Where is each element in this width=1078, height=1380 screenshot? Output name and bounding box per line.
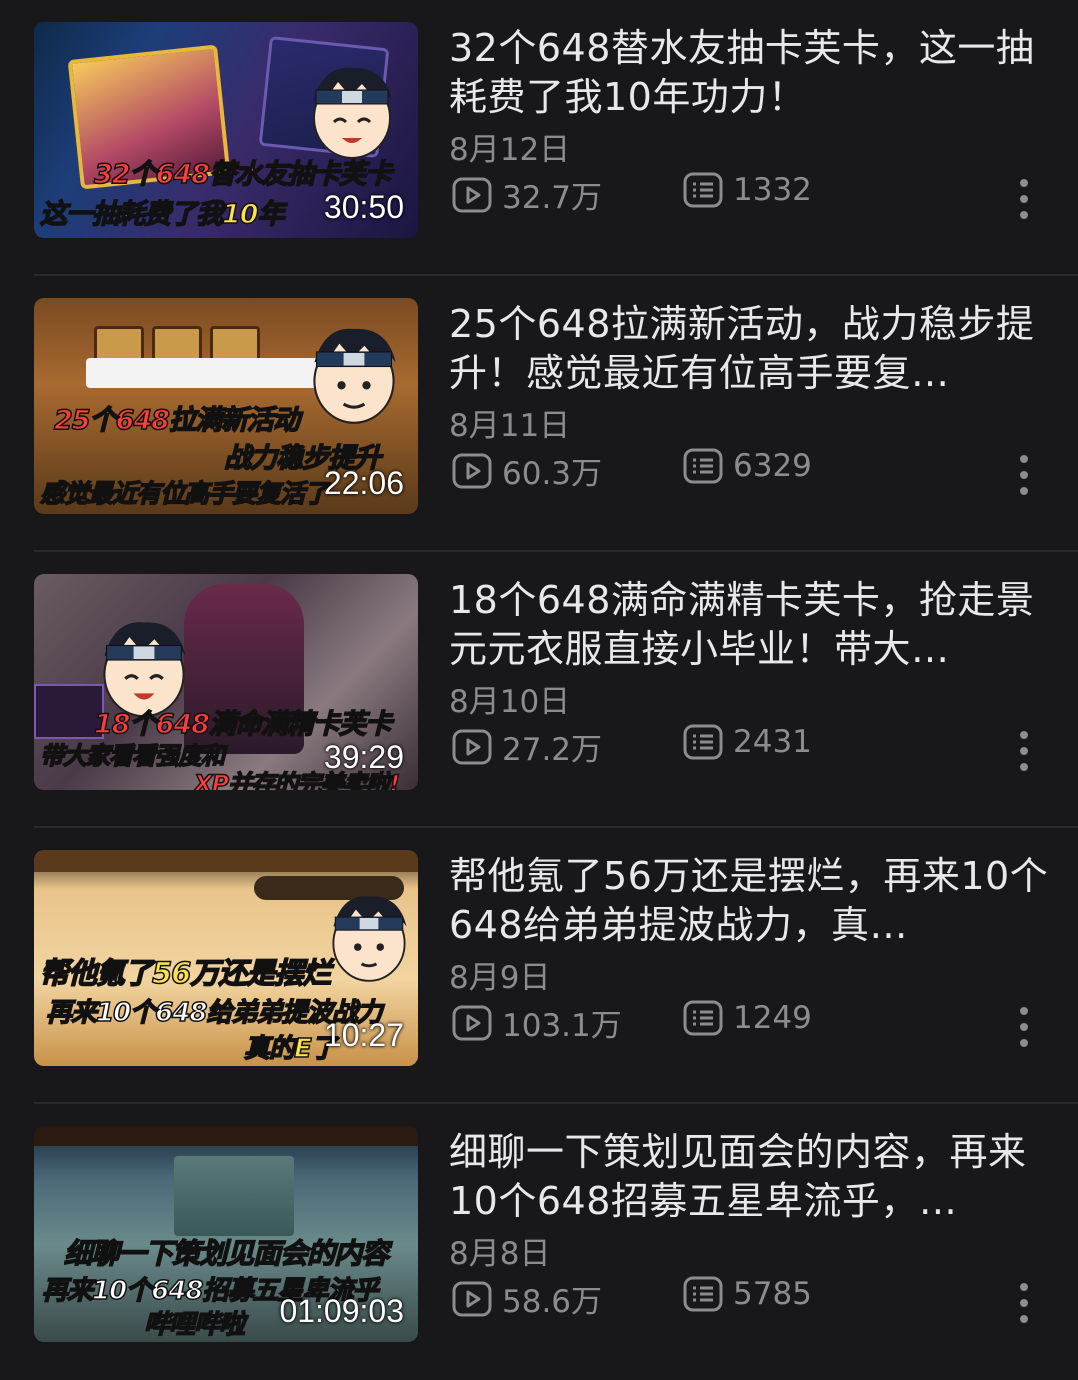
video-item[interactable]: 32个648替水友抽卡芙卡 这一抽耗费了我10年 30:50 32个648替水友… <box>0 0 1078 276</box>
more-options-icon[interactable] <box>1014 455 1034 495</box>
video-duration: 39:29 <box>323 739 404 775</box>
video-duration: 22:06 <box>323 465 404 501</box>
comment-count-value: 1249 <box>733 1000 812 1036</box>
comment-count-icon <box>683 724 723 760</box>
comment-count: 2431 <box>683 724 812 760</box>
view-count-value: 32.7万 <box>502 180 603 216</box>
comment-count-icon <box>683 1000 723 1036</box>
video-date: 8月10日 <box>449 684 571 720</box>
view-count-value: 58.6万 <box>502 1284 603 1320</box>
view-count: 58.6万 <box>452 1276 602 1321</box>
thumbnail-caption: 哔哩哔啦 <box>143 1309 246 1341</box>
comment-count: 1249 <box>683 1000 812 1036</box>
search-bar <box>86 358 326 388</box>
video-item[interactable]: 细聊一下策划见面会的内容 再来10个648招募五星卑流乎 哔哩哔啦 01:09:… <box>0 1104 1078 1380</box>
video-item[interactable]: 帮他氪了56万还是摆烂 再来10个648给弟弟提波战力 真的E了 10:27 帮… <box>0 828 1078 1104</box>
play-count-icon <box>452 453 492 488</box>
more-options-icon[interactable] <box>1014 1283 1034 1323</box>
thumbnail-caption: 25个648拉满新活动 <box>53 404 300 437</box>
play-count-icon <box>452 1005 492 1040</box>
more-options-icon[interactable] <box>1014 1007 1034 1047</box>
comment-count-value: 1332 <box>733 172 812 208</box>
comment-count-value: 5785 <box>733 1276 812 1312</box>
tab-strip <box>34 850 418 872</box>
cartoon-avatar-icon <box>313 328 396 424</box>
thumbnail-caption: 32个648替水友抽卡芙卡 <box>93 158 392 191</box>
play-count-icon <box>452 729 492 764</box>
video-thumbnail[interactable]: 帮他氪了56万还是摆烂 再来10个648给弟弟提波战力 真的E了 10:27 <box>34 850 418 1066</box>
video-thumbnail[interactable]: 32个648替水友抽卡芙卡 这一抽耗费了我10年 30:50 <box>34 22 418 238</box>
view-count: 103.1万 <box>452 1000 622 1045</box>
video-date: 8月9日 <box>449 960 551 996</box>
thumbnail-caption: 真的E了 <box>243 1033 337 1065</box>
video-duration: 10:27 <box>323 1017 404 1053</box>
video-title[interactable]: 细聊一下策划见面会的内容，再来10个648招募五星卑流乎，… <box>449 1128 1049 1226</box>
video-title[interactable]: 25个648拉满新活动，战力稳步提升！感觉最近有位高手要复… <box>449 300 1049 398</box>
scenery <box>174 1156 294 1236</box>
comment-count-icon <box>683 172 723 208</box>
view-count-value: 103.1万 <box>502 1008 622 1044</box>
comment-count-icon <box>683 1276 723 1312</box>
view-count: 32.7万 <box>452 172 602 217</box>
comment-count-value: 2431 <box>733 724 812 760</box>
video-date: 8月8日 <box>449 1236 551 1272</box>
view-count: 27.2万 <box>452 724 602 769</box>
video-title[interactable]: 帮他氪了56万还是摆烂，再来10个648给弟弟提波战力，真… <box>449 852 1049 950</box>
comment-count: 5785 <box>683 1276 812 1312</box>
thumbnail-caption: 这一抽耗费了我10年 <box>39 198 285 231</box>
thumbnail-caption: 感觉最近有位高手要复活了 <box>39 478 330 509</box>
video-thumbnail[interactable]: 18个648满命满精卡芙卡 带大家看看强度和 XP并存的完美卖啦! 39:29 <box>34 574 418 790</box>
more-options-icon[interactable] <box>1014 179 1034 219</box>
comment-count-icon <box>683 448 723 484</box>
view-count-value: 27.2万 <box>502 732 603 768</box>
video-item[interactable]: 25个648拉满新活动 战力稳步提升 感觉最近有位高手要复活了 22:06 25… <box>0 276 1078 552</box>
thumbnail-caption: 细聊一下策划见面会的内容 <box>63 1236 390 1271</box>
game-hud <box>34 1126 418 1146</box>
video-date: 8月11日 <box>449 408 571 444</box>
video-thumbnail[interactable]: 细聊一下策划见面会的内容 再来10个648招募五星卑流乎 哔哩哔啦 01:09:… <box>34 1126 418 1342</box>
video-duration: 30:50 <box>323 189 404 225</box>
video-list: 32个648替水友抽卡芙卡 这一抽耗费了我10年 30:50 32个648替水友… <box>0 0 1078 1342</box>
video-duration: 01:09:03 <box>279 1293 404 1329</box>
video-item[interactable]: 18个648满命满精卡芙卡 带大家看看强度和 XP并存的完美卖啦! 39:29 … <box>0 552 1078 828</box>
video-date: 8月12日 <box>449 132 571 168</box>
comment-count-value: 6329 <box>733 448 812 484</box>
comment-count: 6329 <box>683 448 812 484</box>
play-count-icon <box>452 1281 492 1316</box>
play-count-icon <box>452 177 492 212</box>
view-count-value: 60.3万 <box>502 456 603 492</box>
video-title[interactable]: 18个648满命满精卡芙卡，抢走景元元衣服直接小毕业！带大… <box>449 576 1049 674</box>
cartoon-avatar-icon <box>332 896 407 982</box>
video-thumbnail[interactable]: 25个648拉满新活动 战力稳步提升 感觉最近有位高手要复活了 22:06 <box>34 298 418 514</box>
video-title[interactable]: 32个648替水友抽卡芙卡，这一抽耗费了我10年功力！ <box>449 24 1049 122</box>
thumbnail-caption: 帮他氪了56万还是摆烂 <box>39 955 332 991</box>
more-options-icon[interactable] <box>1014 731 1034 771</box>
view-count: 60.3万 <box>452 448 602 493</box>
comment-count: 1332 <box>683 172 812 208</box>
